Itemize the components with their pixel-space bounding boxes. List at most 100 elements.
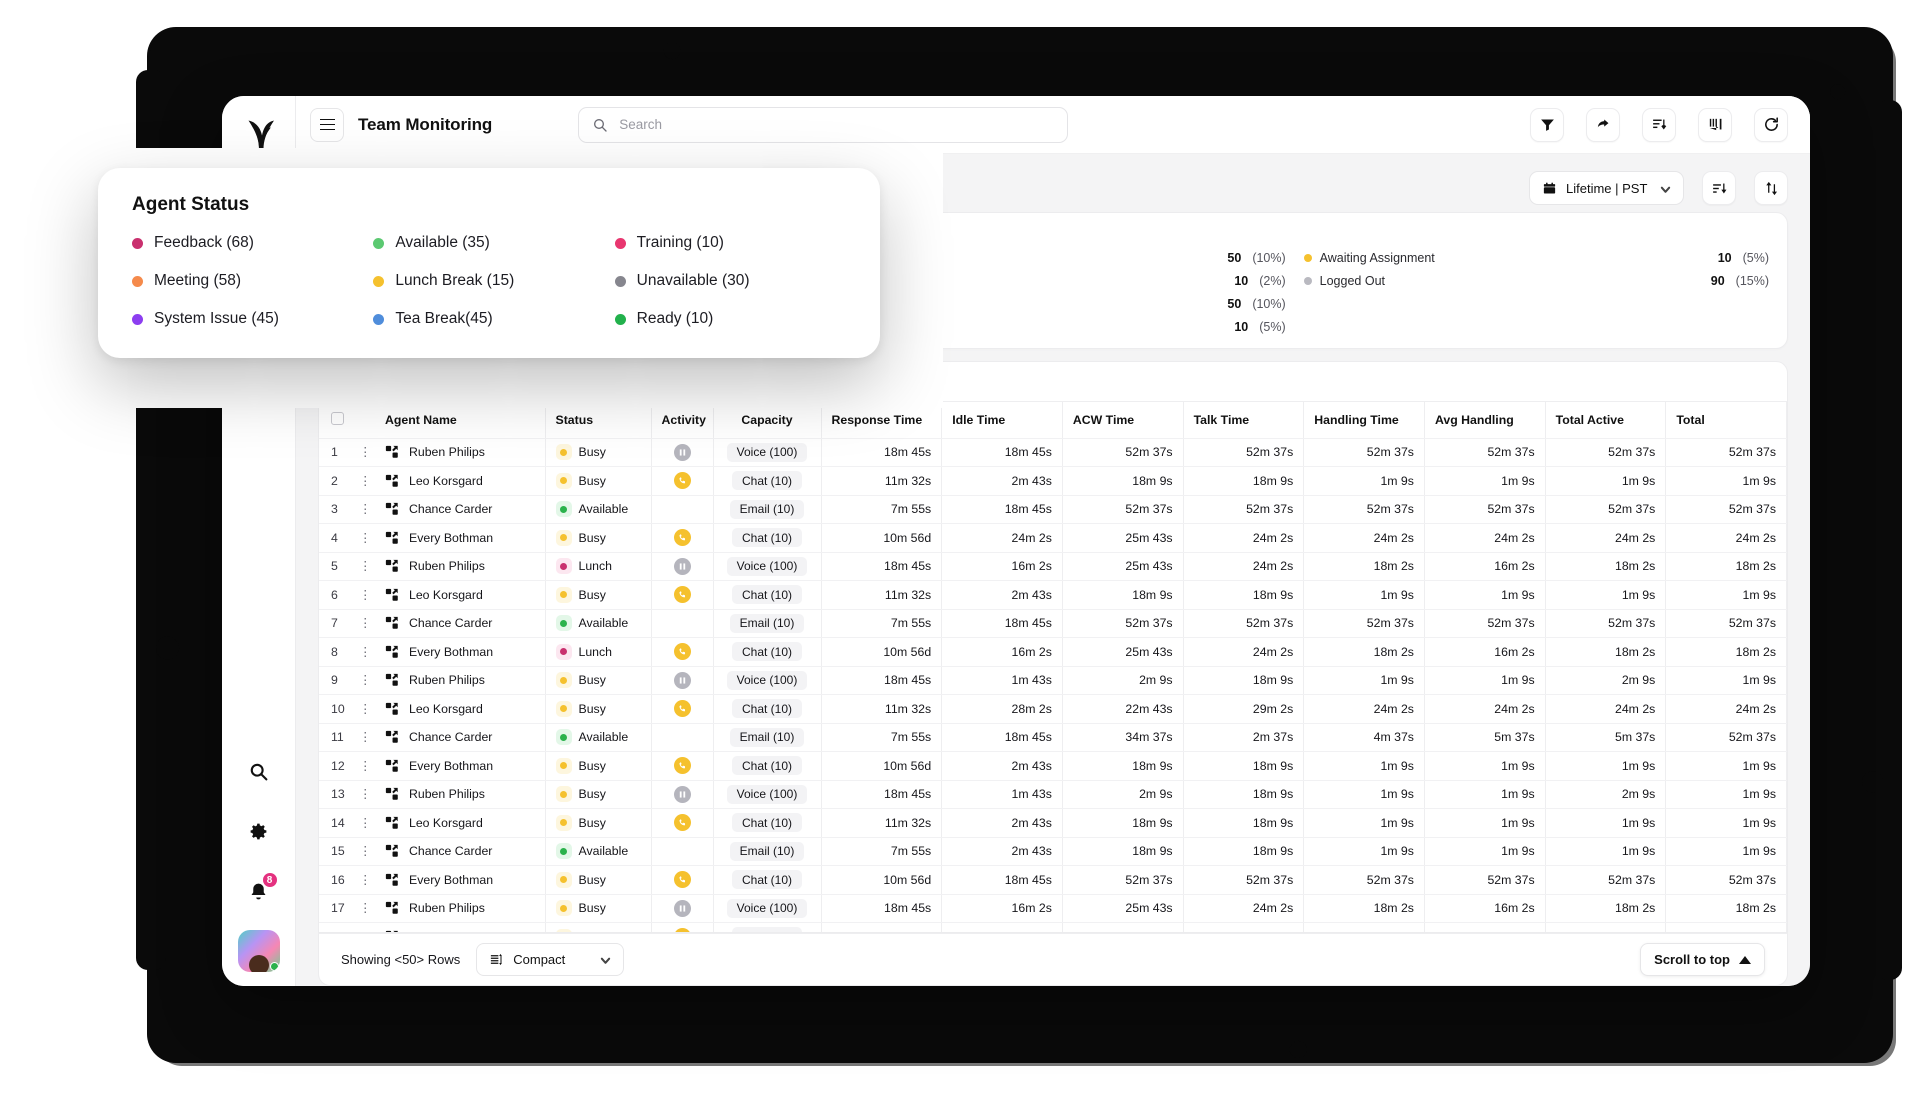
agent-status-item[interactable]: Unavailable (30) (615, 272, 846, 290)
table-row[interactable]: 17⋮Ruben PhilipsBusyVoice (100)18m 45s16… (319, 894, 1787, 923)
agent-status-item[interactable]: Meeting (58) (132, 272, 363, 290)
cell-response-time: 18m 45s (821, 438, 942, 467)
row-actions-menu[interactable]: ⋮ (349, 866, 375, 895)
density-selector[interactable]: Compact (476, 943, 624, 976)
avatar[interactable] (238, 930, 280, 972)
row-actions-menu[interactable]: ⋮ (349, 723, 375, 752)
row-actions-menu[interactable]: ⋮ (349, 524, 375, 553)
cell-status: Busy (545, 866, 651, 895)
all-states-percent: (10%) (1252, 297, 1285, 311)
table-row[interactable]: 2⋮Leo KorsgardBusyChat (10)11m 32s2m 43s… (319, 467, 1787, 496)
cell-total: 1m 9s (1666, 581, 1787, 610)
row-actions-menu[interactable]: ⋮ (349, 923, 375, 933)
table-row[interactable]: 4⋮Every BothmanBusyChat (10)10m 56d24m 2… (319, 524, 1787, 553)
cell-total: 18m 2s (1666, 894, 1787, 923)
cell-handling-time: 1m 9s (1304, 780, 1425, 809)
agent-profile-icon (385, 445, 399, 459)
row-actions-menu[interactable]: ⋮ (349, 837, 375, 866)
row-actions-menu[interactable]: ⋮ (349, 666, 375, 695)
row-actions-menu[interactable]: ⋮ (349, 894, 375, 923)
row-actions-menu[interactable]: ⋮ (349, 581, 375, 610)
all-states-item[interactable]: Awaiting Assignment10(5%) (1304, 251, 1769, 265)
columns-button[interactable] (1698, 108, 1732, 142)
date-range-selector[interactable]: Lifetime | PST (1529, 171, 1684, 205)
table-row[interactable]: 7⋮Chance CarderAvailableEmail (10)7m 55s… (319, 609, 1787, 638)
cell-avg-handling: 16m 2s (1424, 552, 1545, 581)
cell-activity (651, 780, 713, 809)
refresh-button[interactable] (1754, 108, 1788, 142)
row-actions-menu[interactable]: ⋮ (349, 495, 375, 524)
table-row[interactable]: 18⋮Leo KorsgardBusyChat (10)11m 32s1m 43… (319, 923, 1787, 933)
table-row[interactable]: 15⋮Chance CarderAvailableEmail (10)7m 55… (319, 837, 1787, 866)
table-row[interactable]: 5⋮Ruben PhilipsLunchVoice (100)18m 45s16… (319, 552, 1787, 581)
row-number: 1 (319, 438, 349, 467)
cell-status: Busy (545, 809, 651, 838)
table-row[interactable]: 9⋮Ruben PhilipsBusyVoice (100)18m 45s1m … (319, 666, 1787, 695)
sort-button[interactable] (1642, 108, 1676, 142)
all-states-percent: (15%) (1736, 274, 1769, 288)
table-row[interactable]: 14⋮Leo KorsgardBusyChat (10)11m 32s2m 43… (319, 809, 1787, 838)
table-row[interactable]: 6⋮Leo KorsgardBusyChat (10)11m 32s2m 43s… (319, 581, 1787, 610)
hamburger-menu-icon[interactable] (310, 108, 344, 142)
secondary-sort-button[interactable] (1702, 171, 1736, 205)
sidebar-item-settings[interactable] (238, 810, 280, 852)
cell-handling-time: 18m 2s (1304, 894, 1425, 923)
column-header-total: Total (1666, 402, 1787, 438)
row-actions-menu[interactable]: ⋮ (349, 780, 375, 809)
capacity-pill: Voice (100) (727, 785, 808, 804)
agent-status-item[interactable]: Lunch Break (15) (373, 272, 604, 290)
table-row[interactable]: 1⋮Ruben PhilipsBusyVoice (100)18m 45s18m… (319, 438, 1787, 467)
share-button[interactable] (1586, 108, 1620, 142)
all-states-item[interactable]: Logged Out90(15%) (1304, 274, 1769, 288)
activity-paused-icon (674, 672, 691, 689)
cell-total-active: 52m 37s (1545, 495, 1666, 524)
agent-name-label: Leo Korsgard (409, 702, 483, 716)
row-actions-menu[interactable]: ⋮ (349, 809, 375, 838)
cell-talk-time: 18m 9s (1183, 666, 1304, 695)
filter-button[interactable] (1530, 108, 1564, 142)
table-row[interactable]: 13⋮Ruben PhilipsBusyVoice (100)18m 45s1m… (319, 780, 1787, 809)
row-actions-menu[interactable]: ⋮ (349, 438, 375, 467)
row-actions-menu[interactable]: ⋮ (349, 638, 375, 667)
triangle-up-icon (1739, 956, 1751, 964)
table-row[interactable]: 10⋮Leo KorsgardBusyChat (10)11m 32s28m 2… (319, 695, 1787, 724)
row-actions-menu[interactable]: ⋮ (349, 467, 375, 496)
cell-talk-time: 24m 2s (1183, 552, 1304, 581)
scroll-to-top-button[interactable]: Scroll to top (1640, 943, 1765, 976)
agent-status-item[interactable]: Available (35) (373, 234, 604, 252)
search-input[interactable] (578, 107, 1068, 143)
cell-talk-time: 18m 9s (1183, 837, 1304, 866)
agent-status-item[interactable]: System Issue (45) (132, 310, 363, 328)
agent-name-label: Every Bothman (409, 531, 493, 545)
cell-idle-time: 1m 43s (942, 666, 1063, 695)
cell-activity (651, 638, 713, 667)
table-row[interactable]: 11⋮Chance CarderAvailableEmail (10)7m 55… (319, 723, 1787, 752)
table-scroll-region[interactable]: Agent NameStatusActivityCapacityResponse… (319, 402, 1787, 932)
status-dot-badge (556, 473, 572, 489)
agent-status-item[interactable]: Feedback (68) (132, 234, 363, 252)
select-all-checkbox[interactable] (331, 412, 344, 425)
table-row[interactable]: 8⋮Every BothmanLunchChat (10)10m 56d16m … (319, 638, 1787, 667)
row-actions-menu[interactable]: ⋮ (349, 552, 375, 581)
row-actions-menu[interactable]: ⋮ (349, 752, 375, 781)
row-actions-menu[interactable]: ⋮ (349, 695, 375, 724)
table-row[interactable]: 16⋮Every BothmanBusyChat (10)10m 56d18m … (319, 866, 1787, 895)
sidebar-item-notifications[interactable]: 8 (238, 870, 280, 912)
agent-status-item[interactable]: Training (10) (615, 234, 846, 252)
table-row[interactable]: 12⋮Every BothmanBusyChat (10)10m 56d2m 4… (319, 752, 1787, 781)
row-actions-menu[interactable]: ⋮ (349, 609, 375, 638)
cell-activity (651, 894, 713, 923)
agent-status-item[interactable]: Ready (10) (615, 310, 846, 328)
status-label: Busy (579, 873, 606, 887)
reorder-button[interactable] (1754, 171, 1788, 205)
table-row[interactable]: 3⋮Chance CarderAvailableEmail (10)7m 55s… (319, 495, 1787, 524)
cell-acw-time: 18m 9s (1062, 581, 1183, 610)
cell-handling-time: 1m 9s (1304, 809, 1425, 838)
sidebar-item-search[interactable] (238, 750, 280, 792)
cell-response-time: 11m 32s (821, 695, 942, 724)
cell-talk-time: 18m 9s (1183, 780, 1304, 809)
agent-status-item[interactable]: Tea Break(45) (373, 310, 604, 328)
cell-talk-time: 18m 9s (1183, 581, 1304, 610)
cell-capacity: Chat (10) (713, 467, 821, 496)
cell-response-time: 18m 45s (821, 552, 942, 581)
